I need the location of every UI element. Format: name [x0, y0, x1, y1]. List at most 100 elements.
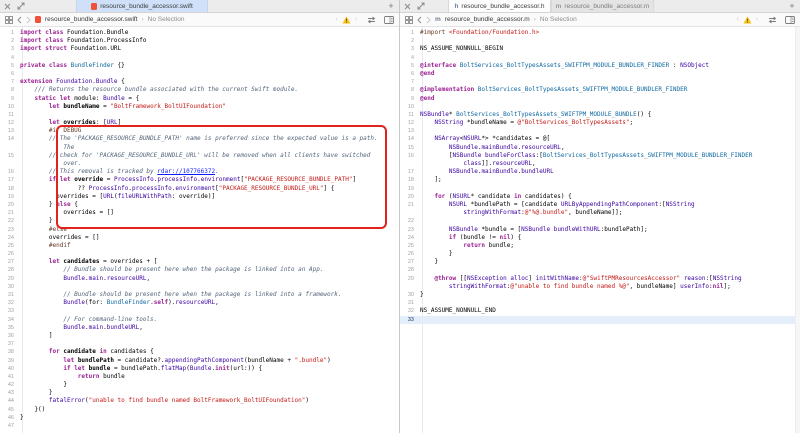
code-line[interactable]: 12 let overrides: [URL] [0, 119, 399, 127]
tab-resource-bundle-accessor-h[interactable]: h resource_bundle_accessor.h [448, 0, 551, 12]
code-line[interactable]: 40 if let bundle = bundlePath.flatMap(Bu… [0, 365, 399, 373]
code-line[interactable]: 16 // This removal is tracked by rdar://… [0, 168, 399, 176]
editor-options-icon[interactable] [384, 16, 394, 24]
code-line[interactable]: 29 Bundle.main.resourceURL, [0, 275, 399, 283]
code-line[interactable]: 47 [0, 422, 399, 430]
code-line[interactable]: 16 [NSBundle bundleForClass:[BoltService… [400, 152, 800, 160]
code-line[interactable]: 31 [400, 299, 800, 307]
code-line[interactable]: 46} [0, 414, 399, 422]
code-line[interactable]: 14 // The 'PACKAGE_RESOURCE_BUNDLE_PATH'… [0, 135, 399, 143]
close-split-icon[interactable] [400, 0, 414, 12]
warning-triangle-icon[interactable] [743, 16, 752, 24]
code-line[interactable]: 1import class Foundation.Bundle [0, 29, 399, 37]
left-code-editor[interactable]: 1import class Foundation.Bundle2import c… [0, 27, 399, 433]
code-line[interactable]: 32NS_ASSUME_NONNULL_END [400, 307, 800, 315]
code-line[interactable]: 41 return bundle [0, 373, 399, 381]
code-line[interactable]: 35 Bundle.main.bundleURL, [0, 324, 399, 332]
code-line[interactable]: 11NSBundle* BoltServices_BoltTypesAssets… [400, 111, 800, 119]
code-line[interactable]: 26 } [400, 250, 800, 258]
code-line[interactable]: 20 for (NSURL* candidate in candidates) … [400, 193, 800, 201]
code-line[interactable]: 3NS_ASSUME_NONNULL_BEGIN [400, 45, 800, 53]
back-chevron-icon[interactable] [417, 16, 422, 24]
breadcrumb-file[interactable]: resource_bundle_accessor.swift [45, 16, 138, 23]
code-line[interactable]: 15 NSBundle.mainBundle.resourceURL, [400, 144, 800, 152]
maximize-editor-icon[interactable] [14, 0, 28, 12]
scrollbar-track[interactable] [795, 27, 800, 433]
code-line[interactable]: 5@interface BoltServices_BoltTypesAssets… [400, 62, 800, 70]
code-line[interactable]: stringWithFormat:@"unable to find bundle… [400, 283, 800, 291]
code-line[interactable]: 7 [400, 78, 800, 86]
code-line[interactable]: 8@implementation BoltServices_BoltTypesA… [400, 86, 800, 94]
code-line[interactable]: over. [0, 160, 399, 168]
code-line[interactable]: stringWithFormat:@"%@.bundle", bundleNam… [400, 209, 800, 217]
code-line[interactable]: 5private class BundleFinder {} [0, 62, 399, 70]
code-line[interactable]: 20 } else { [0, 201, 399, 209]
add-tab-icon[interactable]: + [383, 0, 399, 12]
breadcrumb-selection[interactable]: No Selection [540, 16, 577, 23]
code-line[interactable]: 3import struct Foundation.URL [0, 45, 399, 53]
code-line[interactable]: 6@end [400, 70, 800, 78]
add-tab-icon[interactable]: + [784, 0, 800, 12]
code-line[interactable]: 30} [400, 291, 800, 299]
code-line[interactable]: 22 } [0, 217, 399, 225]
previous-issue-icon[interactable]: ‹ [736, 16, 738, 23]
code-line[interactable]: 28 [400, 266, 800, 274]
code-line[interactable]: The [0, 144, 399, 152]
code-line[interactable]: 17 if let override = ProcessInfo.process… [0, 176, 399, 184]
code-line[interactable]: 4 [0, 54, 399, 62]
code-line[interactable]: 26 [0, 250, 399, 258]
code-line[interactable]: 33 [400, 316, 800, 324]
code-line[interactable]: 2import class Foundation.ProcessInfo [0, 37, 399, 45]
code-review-arrows-icon[interactable] [768, 16, 777, 24]
tab-resource-bundle-accessor-m[interactable]: m resource_bundle_accessor.m [551, 0, 654, 12]
code-line[interactable]: 1#import <Foundation/Foundation.h> [400, 29, 800, 37]
code-line[interactable]: 38 for candidate in candidates { [0, 348, 399, 356]
code-line[interactable]: 2 [400, 37, 800, 45]
code-line[interactable]: 24 overrides = [] [0, 234, 399, 242]
code-line[interactable]: 17 NSBundle.mainBundle.bundleURL [400, 168, 800, 176]
code-line[interactable]: 32 Bundle(for: BundleFinder.self).resour… [0, 299, 399, 307]
code-line[interactable]: 34 // For command-line tools. [0, 316, 399, 324]
code-line[interactable]: 10 [400, 103, 800, 111]
code-line[interactable]: 13 #if DEBUG [0, 127, 399, 135]
code-line[interactable]: 36 ] [0, 332, 399, 340]
code-line[interactable]: 23 NSBundle *bundle = [NSBundle bundleWi… [400, 226, 800, 234]
next-issue-icon[interactable]: › [756, 16, 758, 23]
code-line[interactable]: class]].resourceURL, [400, 160, 800, 168]
maximize-editor-icon[interactable] [414, 0, 428, 12]
close-split-icon[interactable] [0, 0, 14, 12]
code-line[interactable]: 6 [0, 70, 399, 78]
right-code-editor[interactable]: 1#import <Foundation/Foundation.h>23NS_A… [400, 27, 800, 433]
code-line[interactable]: 43 } [0, 389, 399, 397]
code-line[interactable]: 21 NSURL *bundlePath = [candidate URLByA… [400, 201, 800, 209]
code-line[interactable]: 9 static let module: Bundle = { [0, 95, 399, 103]
code-line[interactable]: 4 [400, 54, 800, 62]
breadcrumb-selection[interactable]: No Selection [148, 16, 185, 23]
code-line[interactable]: 22 [400, 217, 800, 225]
code-line[interactable]: 25 return bundle; [400, 242, 800, 250]
code-line[interactable]: 15 // check for 'PACKAGE_RESOURCE_BUNDLE… [0, 152, 399, 160]
code-line[interactable]: 29 @throw [[NSException alloc] initWithN… [400, 275, 800, 283]
forward-chevron-icon[interactable] [26, 16, 31, 24]
code-line[interactable]: 19 overrides = [URL(fileURLWithPath: ove… [0, 193, 399, 201]
code-line[interactable]: 45 }() [0, 406, 399, 414]
code-line[interactable]: 14 NSArray<NSURL*> *candidates = @[ [400, 135, 800, 143]
breadcrumb-file[interactable]: resource_bundle_accessor.m [445, 16, 530, 23]
code-line[interactable]: 11 [0, 111, 399, 119]
next-issue-icon[interactable]: › [355, 16, 357, 23]
tab-resource-bundle-accessor-swift[interactable]: resource_bundle_accessor.swift [76, 0, 208, 12]
related-items-icon[interactable] [5, 16, 13, 24]
back-chevron-icon[interactable] [17, 16, 22, 24]
code-line[interactable]: 12 NSString *bundleName = @"BoltServices… [400, 119, 800, 127]
code-line[interactable]: 18 ]; [400, 176, 800, 184]
code-line[interactable]: 18 ?? ProcessInfo.processInfo.environmen… [0, 185, 399, 193]
code-line[interactable]: 23 #else [0, 226, 399, 234]
editor-options-icon[interactable] [785, 16, 795, 24]
code-line[interactable]: 25 #endif [0, 242, 399, 250]
code-line[interactable]: 21 overrides = [] [0, 209, 399, 217]
previous-issue-icon[interactable]: ‹ [335, 16, 337, 23]
code-line[interactable]: 9@end [400, 95, 800, 103]
code-line[interactable]: 27 } [400, 258, 800, 266]
code-line[interactable]: 37 [0, 340, 399, 348]
forward-chevron-icon[interactable] [426, 16, 431, 24]
